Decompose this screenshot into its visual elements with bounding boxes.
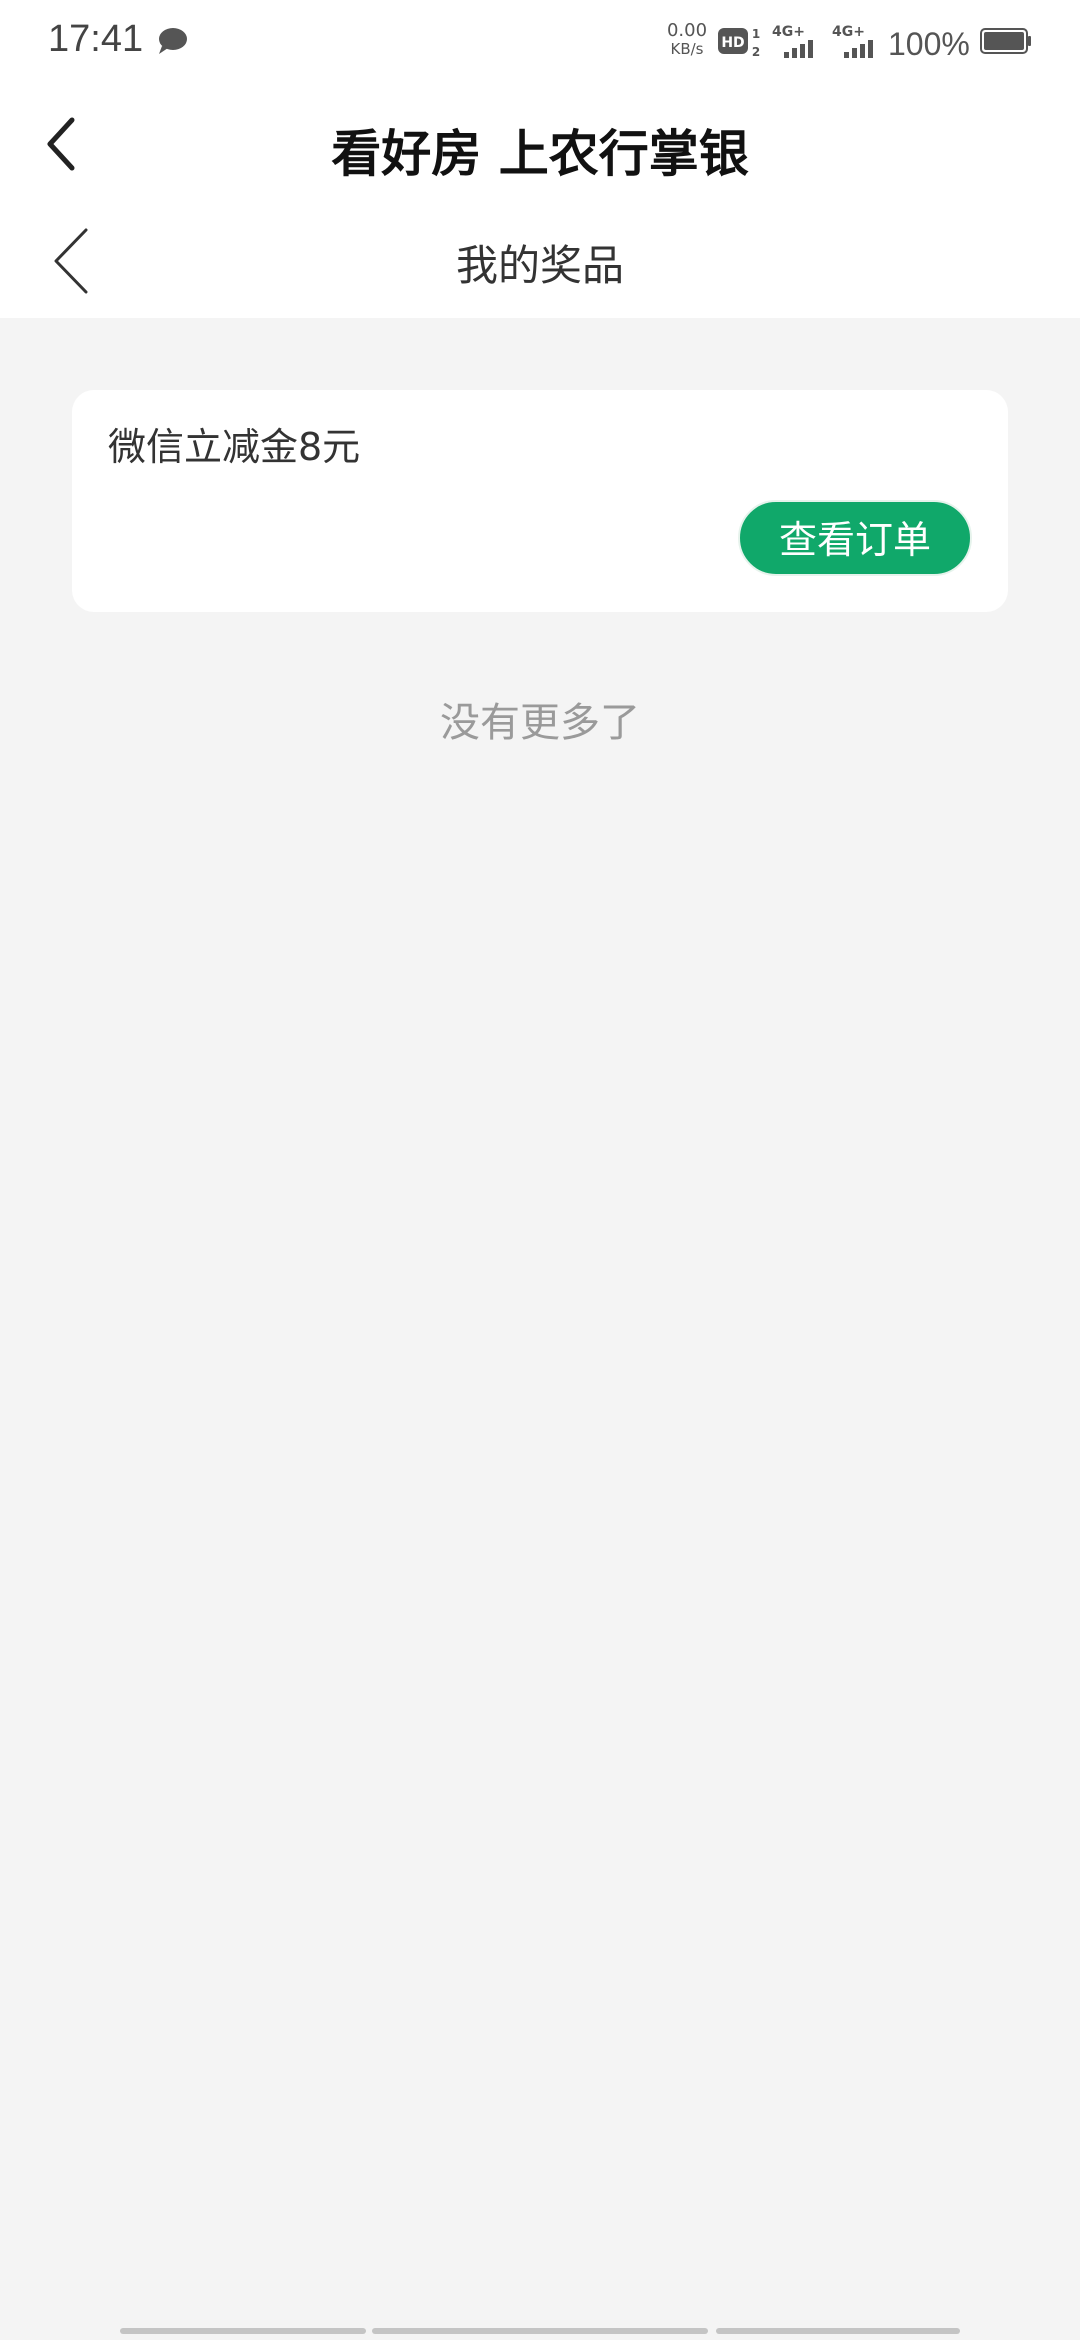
net-speed-unit: KB/s	[670, 40, 704, 58]
svg-text:2: 2	[752, 45, 760, 59]
prize-card: 微信立减金8元 查看订单	[72, 390, 1008, 612]
bottom-indicator-bar	[372, 2328, 708, 2334]
screen: 17:41 0.00 KB/s HD 1 2 4G+ 4G+ 100% 看好房 …	[0, 0, 1080, 2340]
svg-text:HD: HD	[721, 35, 744, 51]
battery-icon	[980, 28, 1031, 54]
sub-header: 我的奖品	[0, 202, 1080, 318]
sub-page-title: 我的奖品	[455, 241, 624, 290]
bottom-indicator-bar	[120, 2328, 366, 2334]
net-speed-value: 0.00	[666, 20, 708, 41]
app-header: 看好房 上农行掌银	[0, 84, 1080, 202]
page-title: 看好房 上农行掌银	[331, 125, 749, 183]
status-bar: 17:41 0.00 KB/s HD 1 2 4G+ 4G+ 100%	[0, 0, 1080, 84]
chat-bubble-icon	[159, 28, 187, 54]
bottom-indicator-bar	[716, 2328, 960, 2334]
list-end-text: 没有更多了	[440, 700, 640, 746]
svg-text:4G+: 4G+	[772, 24, 805, 40]
status-time: 17:41	[48, 18, 144, 60]
prize-name: 微信立减金8元	[108, 425, 361, 469]
view-order-button[interactable]: 查看订单	[738, 500, 972, 576]
net-speed: 0.00 KB/s	[662, 20, 712, 59]
svg-text:4G+: 4G+	[832, 24, 865, 40]
svg-text:1: 1	[752, 27, 760, 41]
signal-4g-icon: 4G+	[832, 24, 873, 58]
battery-percent: 100%	[888, 26, 970, 62]
hd-icon: HD 1 2	[718, 27, 760, 59]
signal-4g-icon: 4G+	[772, 24, 813, 58]
